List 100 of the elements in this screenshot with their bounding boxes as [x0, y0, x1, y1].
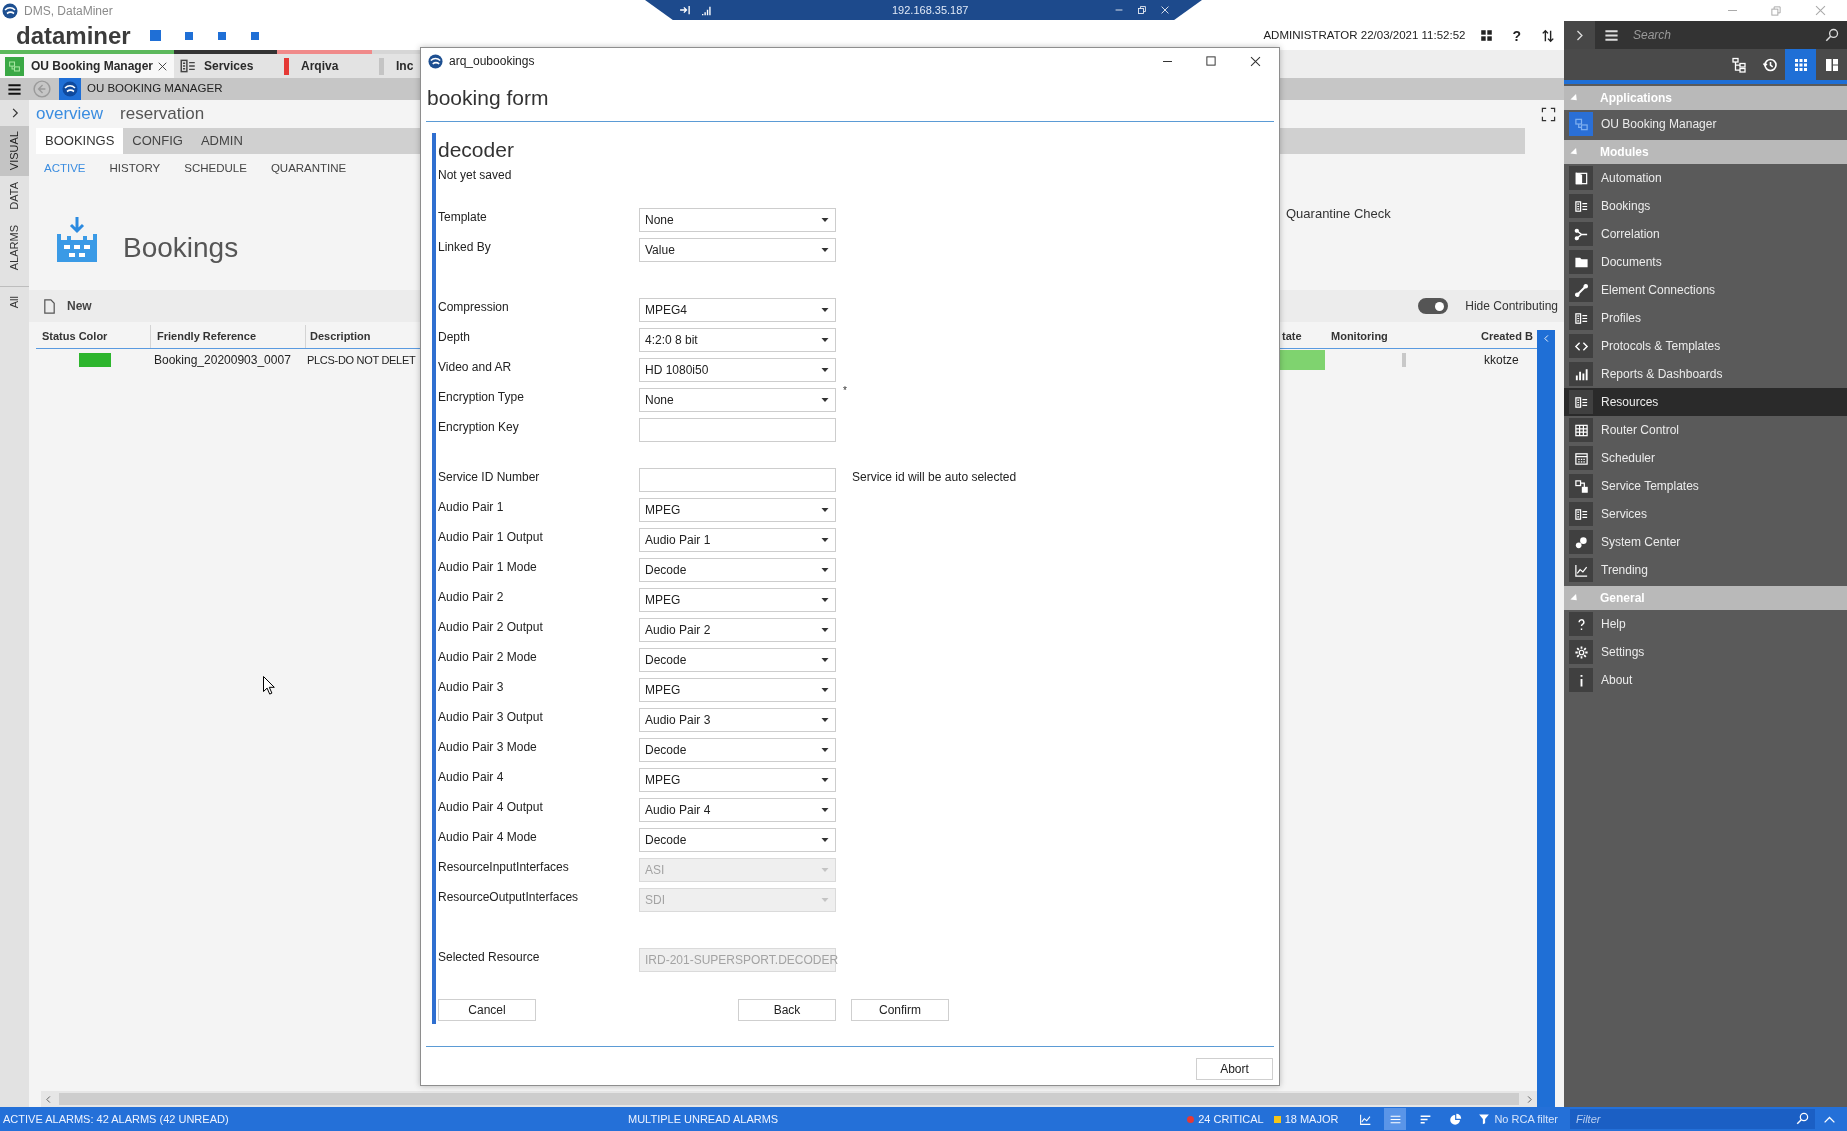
- help-button[interactable]: ?: [1512, 28, 1521, 43]
- module-item[interactable]: Service Templates: [1564, 472, 1847, 500]
- module-item[interactable]: System Center: [1564, 528, 1847, 556]
- dropdown[interactable]: None: [639, 388, 836, 412]
- close-icon[interactable]: [157, 60, 168, 72]
- module-item[interactable]: Reports & Dashboards: [1564, 360, 1847, 388]
- dropdown[interactable]: Decode: [639, 648, 836, 672]
- section-tab[interactable]: CONFIG: [123, 128, 192, 154]
- module-item[interactable]: Scheduler: [1564, 444, 1847, 472]
- section-tab[interactable]: BOOKINGS: [36, 128, 124, 154]
- maximize-icon[interactable]: [1205, 55, 1217, 67]
- chevron-left-icon[interactable]: [44, 1094, 53, 1104]
- active-alarms-text[interactable]: ACTIVE ALARMS: 42 ALARMS (42 UNREAD): [0, 1110, 628, 1128]
- caret-icon[interactable]: [821, 596, 829, 604]
- alarm-count[interactable]: 24 CRITICAL: [1198, 1110, 1264, 1128]
- grid-icon[interactable]: [1480, 29, 1494, 42]
- dropdown[interactable]: Decode: [639, 738, 836, 762]
- sub-tab[interactable]: HISTORY: [109, 160, 161, 178]
- caret-icon[interactable]: [821, 336, 829, 344]
- filter-field[interactable]: Filter: [1570, 1109, 1815, 1129]
- search-icon[interactable]: [1796, 1112, 1809, 1125]
- caret-icon[interactable]: [821, 506, 829, 514]
- rail-tab[interactable]: ALARMS: [0, 216, 29, 280]
- menu-icon[interactable]: [7, 81, 22, 97]
- dropdown[interactable]: Value: [639, 238, 836, 262]
- module-item[interactable]: Documents: [1564, 248, 1847, 276]
- abort-button[interactable]: Abort: [1196, 1058, 1273, 1080]
- module-item[interactable]: Router Control: [1564, 416, 1847, 444]
- rail-tab[interactable]: DATA: [0, 176, 29, 216]
- caret-icon[interactable]: [821, 776, 829, 784]
- dialog-button[interactable]: Cancel: [438, 999, 536, 1021]
- filter-icon[interactable]: [1478, 1113, 1491, 1125]
- page-tab[interactable]: reservation: [120, 101, 205, 127]
- caret-icon[interactable]: [821, 686, 829, 694]
- module-item[interactable]: Resources: [1564, 388, 1847, 416]
- new-button[interactable]: New: [42, 297, 92, 315]
- caret-icon[interactable]: [821, 566, 829, 574]
- column-header[interactable]: Status Color: [36, 325, 150, 348]
- module-item[interactable]: Settings: [1564, 638, 1847, 666]
- dropdown[interactable]: MPEG4: [639, 298, 836, 322]
- column-header[interactable]: Friendly Reference: [150, 325, 305, 348]
- caret-icon[interactable]: [821, 246, 829, 254]
- sub-tab[interactable]: QUARANTINE: [270, 160, 347, 178]
- horizontal-scrollbar[interactable]: [41, 1091, 1537, 1107]
- module-item[interactable]: Automation: [1564, 164, 1847, 192]
- toggle-switch[interactable]: [1418, 298, 1449, 314]
- apps-grid-icon[interactable]: [1785, 49, 1816, 80]
- pin-icon[interactable]: [679, 4, 691, 16]
- dropdown[interactable]: Audio Pair 3: [639, 708, 836, 732]
- menu-icon[interactable]: [1604, 27, 1619, 43]
- module-item[interactable]: Correlation: [1564, 220, 1847, 248]
- caret-icon[interactable]: [821, 716, 829, 724]
- caret-icon[interactable]: [821, 396, 829, 404]
- caret-icon[interactable]: [821, 216, 829, 224]
- search-bar[interactable]: Search: [1564, 21, 1847, 49]
- sub-tab[interactable]: SCHEDULE: [184, 160, 247, 178]
- module-item[interactable]: Protocols & Templates: [1564, 332, 1847, 360]
- module-item[interactable]: About: [1564, 666, 1847, 694]
- dropdown[interactable]: Audio Pair 2: [639, 618, 836, 642]
- column-header[interactable]: tate: [1280, 325, 1325, 348]
- caret-icon[interactable]: [821, 836, 829, 844]
- caret-icon[interactable]: [821, 626, 829, 634]
- rail-tab[interactable]: VISUAL: [0, 126, 29, 176]
- module-item[interactable]: Profiles: [1564, 304, 1847, 332]
- list-icon[interactable]: [1384, 1108, 1407, 1130]
- module-item[interactable]: Services: [1564, 500, 1847, 528]
- module-item[interactable]: OU Booking Manager: [1564, 110, 1847, 138]
- caret-icon[interactable]: [821, 806, 829, 814]
- dialog-button[interactable]: Confirm: [851, 999, 949, 1021]
- module-item[interactable]: Element Connections: [1564, 276, 1847, 304]
- chevron-left-icon[interactable]: [1541, 334, 1551, 343]
- dropdown[interactable]: MPEG: [639, 498, 836, 522]
- app-tab[interactable]: Inc: [372, 50, 420, 78]
- search-icon[interactable]: [1825, 28, 1839, 42]
- module-item[interactable]: Help: [1564, 610, 1847, 638]
- dropdown[interactable]: Audio Pair 4: [639, 798, 836, 822]
- dropdown[interactable]: 4:2:0 8 bit: [639, 328, 836, 352]
- dropdown[interactable]: MPEG: [639, 768, 836, 792]
- app-tab[interactable]: Services: [174, 50, 277, 78]
- caret-icon[interactable]: [821, 306, 829, 314]
- text-field[interactable]: [639, 418, 836, 442]
- dropdown[interactable]: Decode: [639, 558, 836, 582]
- caret-icon[interactable]: [821, 656, 829, 664]
- module-item[interactable]: Bookings: [1564, 192, 1847, 220]
- app-tab[interactable]: Arqiva: [277, 50, 372, 78]
- dropdown[interactable]: MPEG: [639, 588, 836, 612]
- column-header[interactable]: Monitoring: [1325, 325, 1475, 348]
- dropdown[interactable]: Decode: [639, 828, 836, 852]
- dropdown[interactable]: HD 1080i50: [639, 358, 836, 382]
- caret-icon[interactable]: [821, 536, 829, 544]
- dropdown[interactable]: None: [639, 208, 836, 232]
- search-field[interactable]: Search: [1633, 24, 1825, 46]
- app-tab[interactable]: OU Booking Manager: [0, 50, 174, 78]
- restore-icon[interactable]: [1137, 5, 1147, 15]
- dialog-button[interactable]: Back: [738, 999, 836, 1021]
- close-icon[interactable]: [1249, 54, 1262, 68]
- dropdown[interactable]: MPEG: [639, 678, 836, 702]
- side-pane-handle[interactable]: [1537, 330, 1555, 1107]
- scrollbar-thumb[interactable]: [59, 1093, 1519, 1105]
- text-field[interactable]: [639, 468, 836, 492]
